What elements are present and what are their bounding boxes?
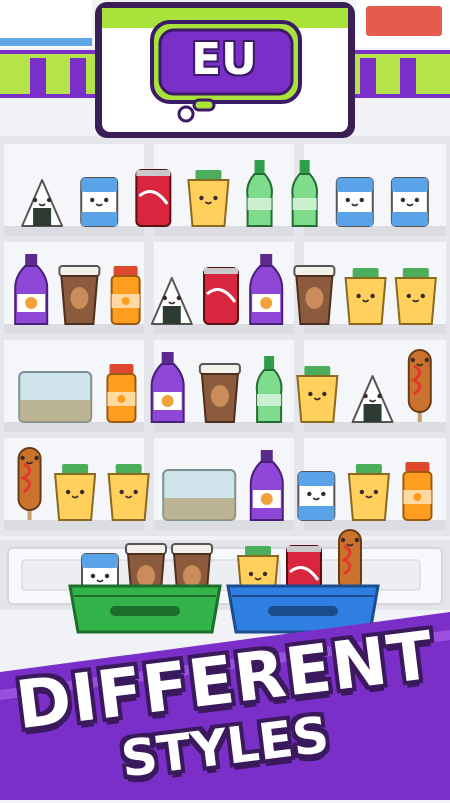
milk-item[interactable]	[390, 177, 429, 227]
container-item[interactable]	[18, 371, 93, 423]
coffee-cup-item[interactable]	[198, 363, 241, 423]
cola-can-item[interactable]	[135, 169, 172, 227]
container-item[interactable]	[162, 469, 237, 521]
coffee-cup-item[interactable]	[58, 265, 101, 325]
store-sign-right	[356, 0, 450, 48]
milk-item[interactable]	[80, 177, 119, 227]
logo-text: EU	[191, 34, 257, 85]
cola-can-item[interactable]	[203, 267, 239, 325]
shelving-unit	[0, 136, 450, 536]
logo-bubble-dot	[177, 105, 195, 123]
juice-bottle-item[interactable]	[402, 462, 433, 521]
juice-bottle-item[interactable]	[106, 364, 137, 423]
milk-item[interactable]	[335, 177, 374, 227]
juice-bottle-item[interactable]	[110, 266, 141, 325]
store-sign-left	[0, 0, 92, 48]
game-scene	[0, 0, 450, 800]
counter	[0, 540, 450, 610]
green-basket[interactable]	[68, 543, 222, 634]
milk-item[interactable]	[297, 471, 336, 521]
coffee-cup-item[interactable]	[293, 265, 336, 325]
